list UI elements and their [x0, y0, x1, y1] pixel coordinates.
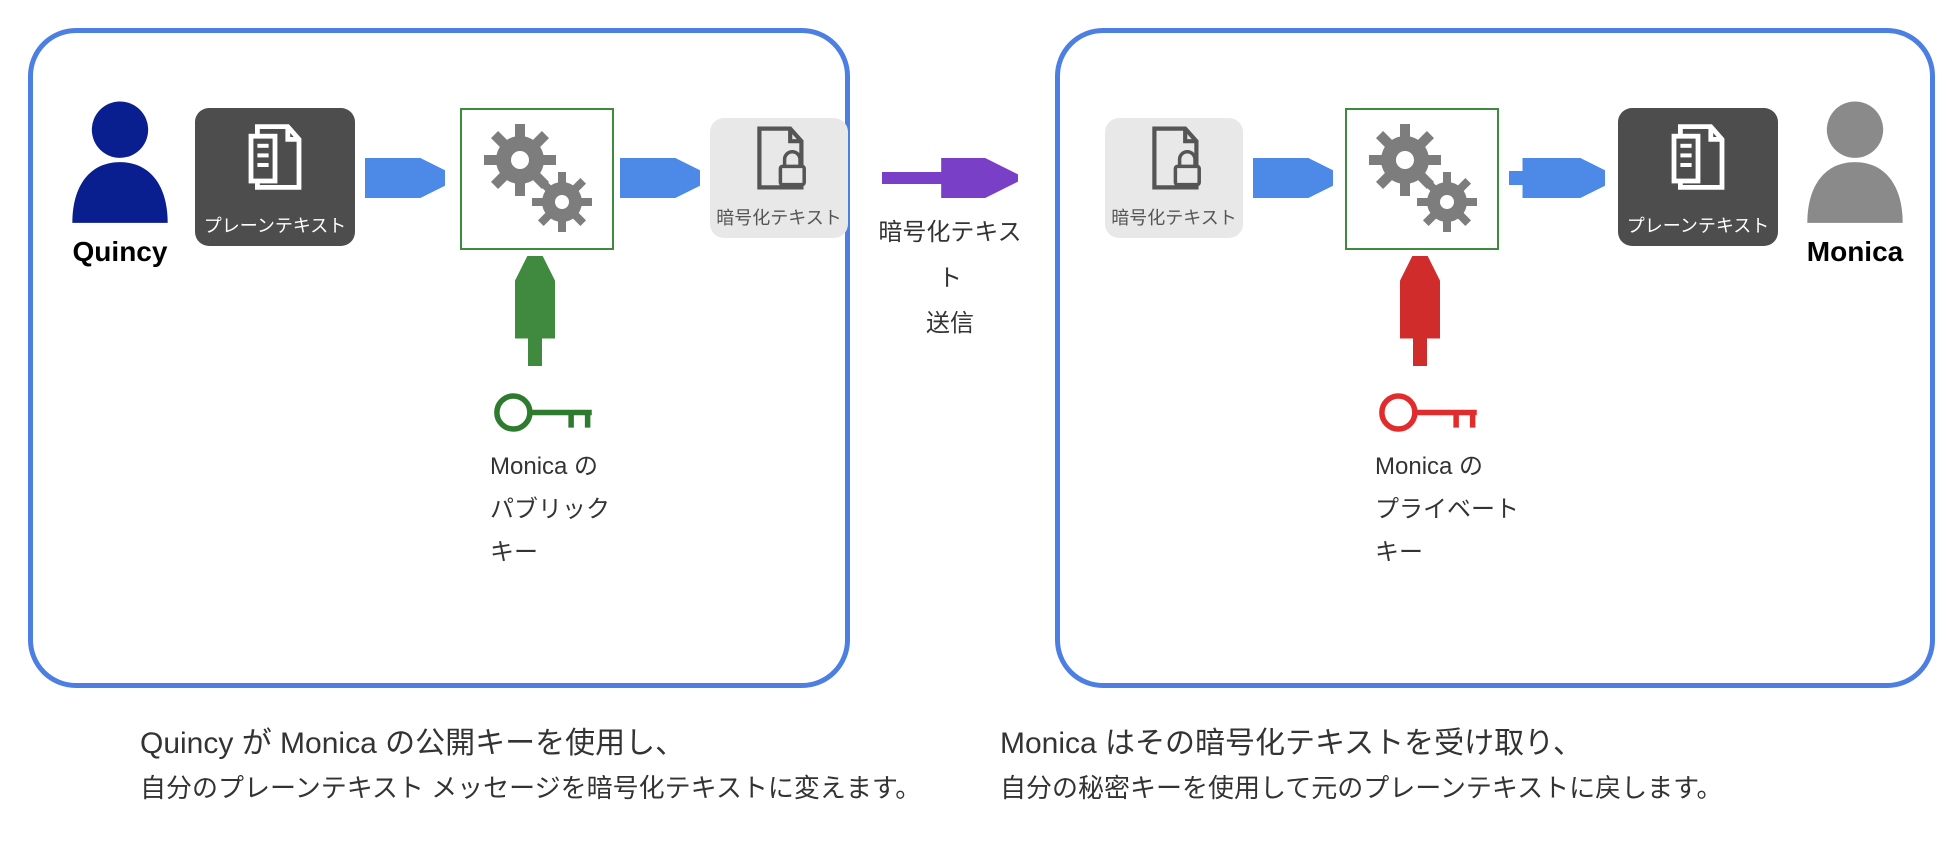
receiver-person: Monica	[1790, 95, 1920, 268]
right-caption: Monica はその暗号化テキストを受け取り、 自分の秘密キーを使用して元のプレ…	[1000, 720, 1940, 810]
decrypt-gears	[1345, 108, 1499, 250]
left-caption: Quincy が Monica の公開キーを使用し、 自分のプレーンテキスト メ…	[140, 720, 960, 810]
arrow-blue-4	[1505, 158, 1605, 198]
public-key-owner: Monica の	[490, 445, 610, 488]
ciphertext-tile-right: 暗号化テキスト	[1105, 118, 1243, 238]
right-caption-bottom: 自分の秘密キーを使用して元のプレーンテキストに戻します。	[1000, 773, 1723, 803]
plaintext-label-right: プレーンテキスト	[1627, 206, 1770, 246]
send-label: 暗号化テキスト 送信	[870, 210, 1030, 347]
arrow-blue-1	[365, 158, 445, 198]
public-key	[485, 385, 605, 445]
arrow-blue-3	[1253, 158, 1333, 198]
ciphertext-label-left: 暗号化テキスト	[716, 198, 841, 238]
key-icon	[490, 385, 600, 440]
ciphertext-label-right: 暗号化テキスト	[1111, 198, 1236, 238]
plaintext-tile-right: プレーンテキスト	[1618, 108, 1778, 246]
public-key-type: パブリック	[490, 488, 610, 531]
public-key-word: キー	[490, 531, 610, 574]
private-key-word: キー	[1375, 531, 1519, 574]
plaintext-label-left: プレーンテキスト	[204, 206, 347, 246]
private-key-owner: Monica の	[1375, 445, 1519, 488]
sender-person: Quincy	[55, 95, 185, 268]
private-key-label: Monica の プライベート キー	[1375, 445, 1519, 575]
arrow-red-key	[1400, 256, 1440, 376]
key-icon	[1375, 385, 1485, 440]
person-icon	[1800, 95, 1910, 225]
diagram-stage: Quincy プレーンテキスト	[0, 0, 1957, 853]
document-icon	[1658, 117, 1738, 197]
plaintext-tile-left: プレーンテキスト	[195, 108, 355, 246]
arrow-purple-send	[878, 158, 1018, 198]
left-caption-top: Quincy が Monica の公開キーを使用し、	[140, 727, 685, 760]
private-key	[1370, 385, 1490, 445]
send-line2: 送信	[870, 301, 1030, 347]
public-key-label: Monica の パブリック キー	[490, 445, 610, 575]
encrypt-gears	[460, 108, 614, 250]
right-caption-top: Monica はその暗号化テキストを受け取り、	[1000, 727, 1583, 760]
ciphertext-tile-left: 暗号化テキスト	[710, 118, 848, 238]
gears-icon	[1347, 110, 1497, 248]
gears-icon	[462, 110, 612, 248]
locked-document-icon	[1139, 121, 1209, 195]
left-caption-bottom: 自分のプレーンテキスト メッセージを暗号化テキストに変えます。	[140, 773, 921, 803]
send-line1: 暗号化テキスト	[870, 210, 1030, 301]
locked-document-icon	[744, 121, 814, 195]
private-key-type: プライベート	[1375, 488, 1519, 531]
document-icon	[235, 117, 315, 197]
receiver-name: Monica	[1790, 236, 1920, 268]
person-icon	[65, 95, 175, 225]
arrow-green-key	[515, 256, 555, 376]
arrow-blue-2	[620, 158, 700, 198]
sender-name: Quincy	[55, 236, 185, 268]
